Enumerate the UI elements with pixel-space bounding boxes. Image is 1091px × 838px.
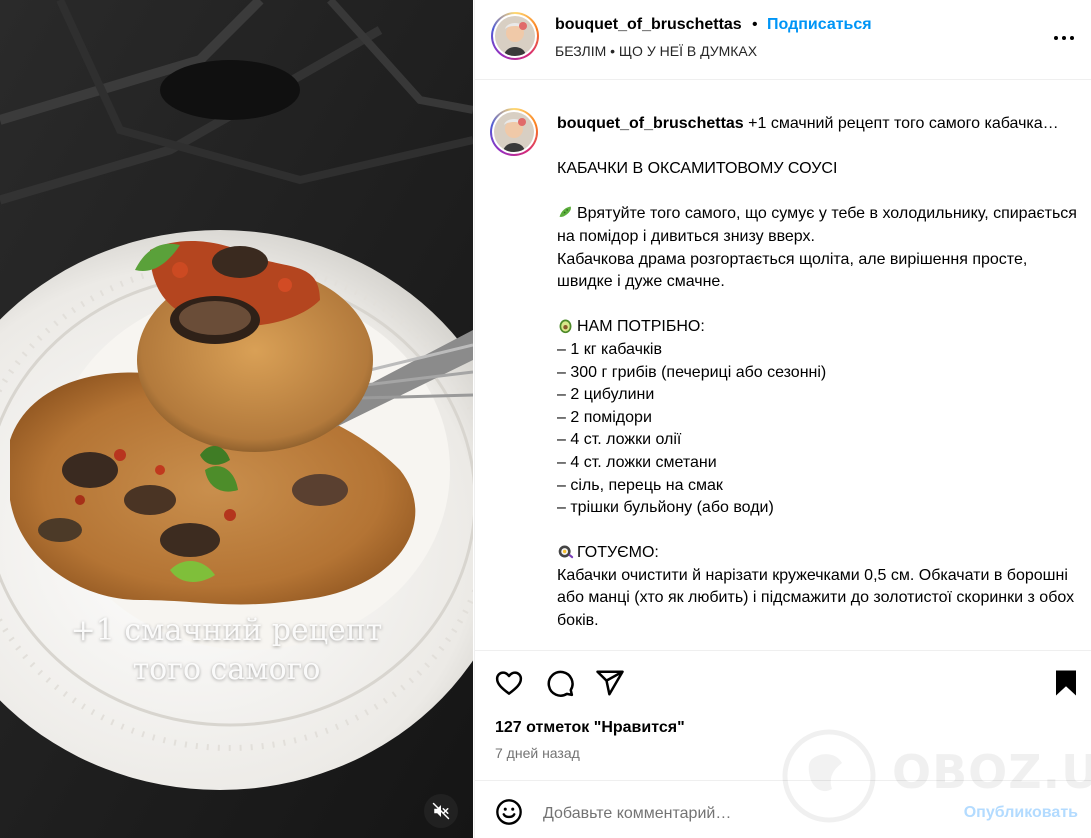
mute-button[interactable]	[424, 794, 458, 828]
caption-line: КАБАЧКИ В ОКСАМИТОВОМУ СОУСІ	[557, 160, 838, 178]
caption-line	[557, 520, 1082, 543]
post-media[interactable]: +1 смачний рецепт того самого	[0, 0, 473, 838]
caption-author[interactable]: bouquet_of_bruschettas	[557, 115, 744, 132]
bookmark-icon[interactable]	[1051, 668, 1081, 698]
caption-line: – 4 ст. ложки сметани	[557, 453, 717, 471]
share-icon[interactable]	[595, 668, 625, 698]
caption-avatar[interactable]	[490, 108, 538, 156]
publish-button[interactable]: Опубликовать	[964, 804, 1078, 822]
frying-pan-emoji-icon	[558, 545, 574, 559]
post-header: bouquet_of_bruschettas • Подписаться БЕЗ…	[475, 0, 1091, 80]
caption-line: – 4 ст. ложки олії	[557, 431, 682, 449]
action-bar	[475, 650, 1091, 710]
caption-line: Врятуйте того самого, що сумує у тебе в …	[557, 205, 1077, 245]
caption-line: – трішки бульйону (або води)	[557, 499, 774, 517]
caption-text: bouquet_of_bruschettas +1 смачний рецепт…	[557, 113, 1082, 633]
caption-area: bouquet_of_bruschettas +1 смачний рецепт…	[475, 81, 1091, 650]
caption-line: – 1 кг кабачків	[557, 340, 662, 358]
separator-dot: •	[752, 16, 758, 33]
caption-line: – 2 помідори	[557, 408, 652, 426]
comment-icon[interactable]	[545, 668, 575, 698]
caption-line: – 300 г грибів (печериці або сезонні)	[557, 363, 827, 381]
caption-line: НАМ ПОТРІБНО:	[557, 316, 1082, 339]
post-date[interactable]: 7 дней назад	[495, 745, 580, 761]
caption-line: Кабачки очистити й нарізати кружечками 0…	[557, 566, 1075, 630]
caption-line: ГОТУЄМО:	[557, 542, 1082, 565]
comment-bar: Опубликовать	[475, 780, 1091, 838]
caption-line	[557, 136, 1082, 159]
comment-input[interactable]	[543, 803, 943, 825]
speaker-muted-icon	[432, 802, 450, 820]
cucumber-emoji-icon	[559, 206, 571, 218]
audio-subtitle[interactable]: БЕЗЛІМ • ЩО У НЕЇ В ДУМКАХ	[555, 43, 757, 59]
follow-button[interactable]: Подписаться	[767, 16, 872, 34]
heart-icon[interactable]	[494, 668, 524, 698]
likes-count[interactable]: 127 отметок "Нравится"	[495, 719, 685, 737]
profile-picture	[495, 16, 535, 56]
caption-line: Кабачкова драма розгортається щоліта, ал…	[557, 250, 1028, 291]
profile-picture	[494, 112, 534, 152]
avocado-emoji-icon	[559, 319, 572, 334]
media-caption-line-2: того самого	[132, 652, 321, 687]
post-details-panel: bouquet_of_bruschettas • Подписаться БЕЗ…	[474, 0, 1091, 838]
header-username[interactable]: bouquet_of_bruschettas	[555, 16, 742, 34]
more-options-icon[interactable]	[1050, 26, 1078, 50]
caption-line: – сіль, перець на смак	[557, 476, 723, 494]
caption-line	[557, 181, 1082, 204]
caption-line: bouquet_of_bruschettas +1 смачний рецепт…	[557, 115, 1059, 132]
avatar[interactable]	[491, 12, 539, 60]
caption-line	[557, 294, 1082, 317]
caption-line: – 2 цибулини	[557, 386, 655, 404]
media-caption-line-1: +1 смачний рецепт	[70, 613, 383, 648]
food-photo	[0, 0, 473, 838]
smiley-icon[interactable]	[495, 798, 523, 826]
